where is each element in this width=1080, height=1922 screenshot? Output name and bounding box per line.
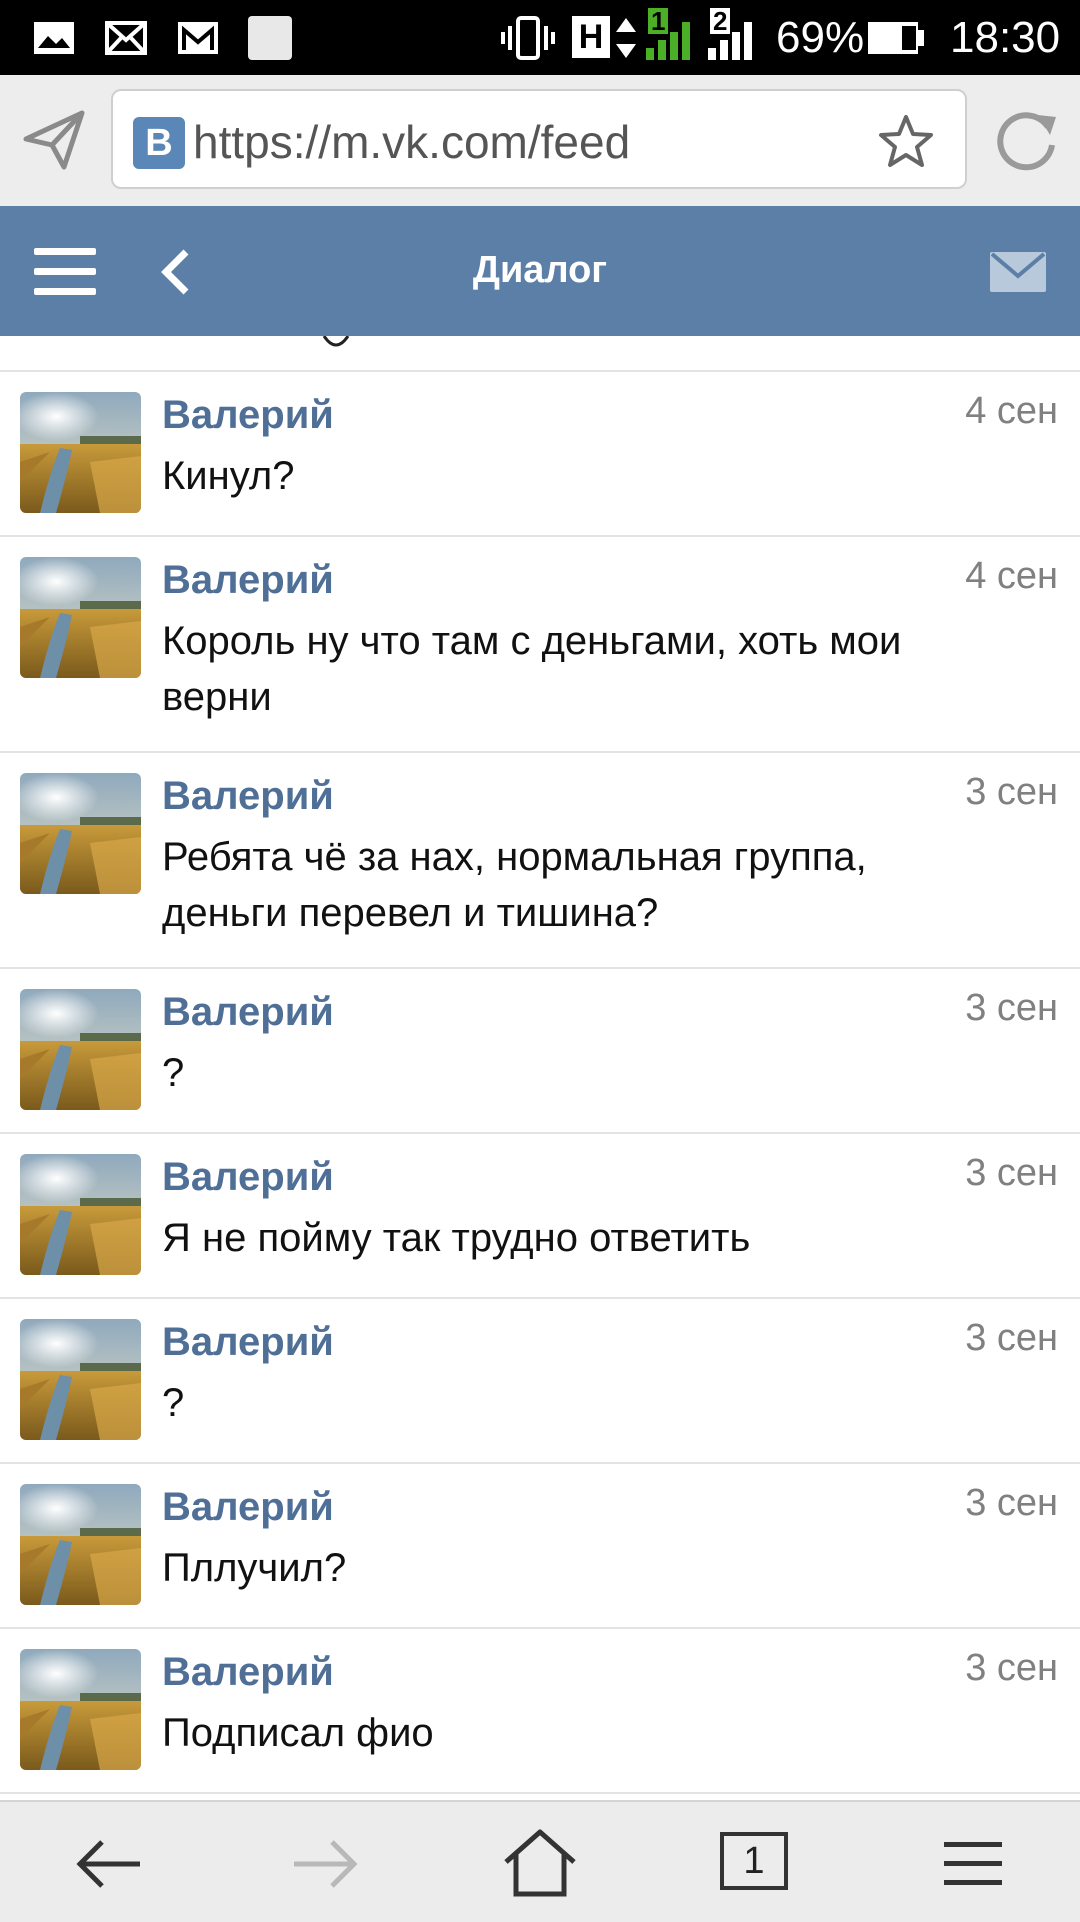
message-item[interactable]: Валерий 3 сен Подписал фио <box>0 1629 1080 1794</box>
battery-percentage: 69% <box>776 13 865 62</box>
message-date: 3 сен <box>965 771 1058 813</box>
sender-name[interactable]: Валерий <box>162 1482 334 1532</box>
avatar[interactable] <box>20 989 141 1110</box>
message-date: 4 сен <box>965 555 1058 597</box>
message-date: 4 сен <box>965 390 1058 432</box>
message-item[interactable]: Валерий 3 сен ? <box>0 969 1080 1134</box>
browser-toolbar: В https://m.vk.com/feed <box>0 75 1080 207</box>
message-text: Ребята чё за нах, нормальная группа, ден… <box>162 835 867 935</box>
page-title: Диалог <box>472 249 608 291</box>
sender-name[interactable]: Валерий <box>162 1152 334 1202</box>
browser-bottom-nav: 1 <box>0 1800 1080 1922</box>
status-bar: H 1 2 69% 18:30 <box>0 0 1080 75</box>
message-item[interactable]: Валерий 3 сен Я не пойму так трудно отве… <box>0 1134 1080 1299</box>
avatar[interactable] <box>20 1154 141 1275</box>
message-item[interactable]: Валерий 3 сен Пллучил? <box>0 1464 1080 1629</box>
signal-sim2-icon <box>708 22 752 60</box>
sender-name[interactable]: Валерий <box>162 771 334 821</box>
avatar[interactable] <box>20 1319 141 1440</box>
message-item[interactable]: Валерий 3 сен Ребята чё за нах, нормальн… <box>0 753 1080 969</box>
sender-name[interactable]: Валерий <box>162 390 334 440</box>
clipped-text-fragment <box>322 336 350 347</box>
message-text: ? <box>162 1051 185 1095</box>
nav-back-arrow-icon[interactable] <box>68 1832 148 1896</box>
message-text: Пллучил? <box>162 1546 347 1590</box>
sender-name[interactable]: Валерий <box>162 1647 334 1697</box>
blank-notification-icon <box>248 16 292 60</box>
address-bar[interactable]: В https://m.vk.com/feed <box>111 89 967 189</box>
message-date: 3 сен <box>965 1317 1058 1359</box>
app-header: Диалог <box>0 206 1080 336</box>
nav-home-icon[interactable] <box>500 1826 580 1898</box>
network-type-badge: H <box>572 16 610 58</box>
message-date: 3 сен <box>965 1647 1058 1689</box>
gmail-notification-icon <box>178 22 218 54</box>
message-item[interactable]: Валерий 3 сен ? <box>0 1299 1080 1464</box>
avatar[interactable] <box>20 557 141 678</box>
message-list: Валерий 4 сен Кинул? Валерий 4 сен Корол… <box>0 336 1080 1800</box>
message-item[interactable]: Валерий 4 сен Кинул? <box>0 372 1080 537</box>
message-text: ? <box>162 1381 185 1425</box>
clock: 18:30 <box>950 13 1061 62</box>
avatar[interactable] <box>20 1484 141 1605</box>
message-date: 3 сен <box>965 1152 1058 1194</box>
signal-sim1-icon <box>646 22 690 60</box>
nav-forward-arrow-icon[interactable] <box>286 1832 366 1896</box>
message-date: 3 сен <box>965 1482 1058 1524</box>
site-favicon: В <box>133 117 185 169</box>
message-date: 3 сен <box>965 987 1058 1029</box>
avatar[interactable] <box>20 392 141 513</box>
message-text: Кинул? <box>162 454 295 498</box>
bookmark-star-icon[interactable] <box>877 113 935 171</box>
message-text: Подписал фио <box>162 1711 434 1755</box>
share-send-icon[interactable] <box>20 105 88 173</box>
avatar[interactable] <box>20 1649 141 1770</box>
message-item[interactable]: Валерий 4 сен Король ну что там с деньга… <box>0 537 1080 753</box>
sender-name[interactable]: Валерий <box>162 555 334 605</box>
nav-menu-icon[interactable] <box>936 1832 1016 1896</box>
vibrate-icon <box>501 16 555 60</box>
tabs-count-button[interactable]: 1 <box>720 1832 788 1890</box>
data-arrows-icon <box>616 18 636 58</box>
avatar[interactable] <box>20 773 141 894</box>
message-text: Король ну что там с деньгами, хоть мои в… <box>162 619 902 719</box>
messages-envelope-icon[interactable] <box>990 252 1046 292</box>
sender-name[interactable]: Валерий <box>162 1317 334 1367</box>
sender-name[interactable]: Валерий <box>162 987 334 1037</box>
gallery-notification-icon <box>34 22 74 54</box>
message-text: Я не пойму так трудно ответить <box>162 1216 751 1260</box>
mail-notification-icon <box>105 21 147 55</box>
battery-icon <box>868 22 924 54</box>
partial-message-above <box>0 336 1080 372</box>
reload-icon[interactable] <box>992 105 1060 173</box>
url-text[interactable]: https://m.vk.com/feed <box>193 115 630 169</box>
